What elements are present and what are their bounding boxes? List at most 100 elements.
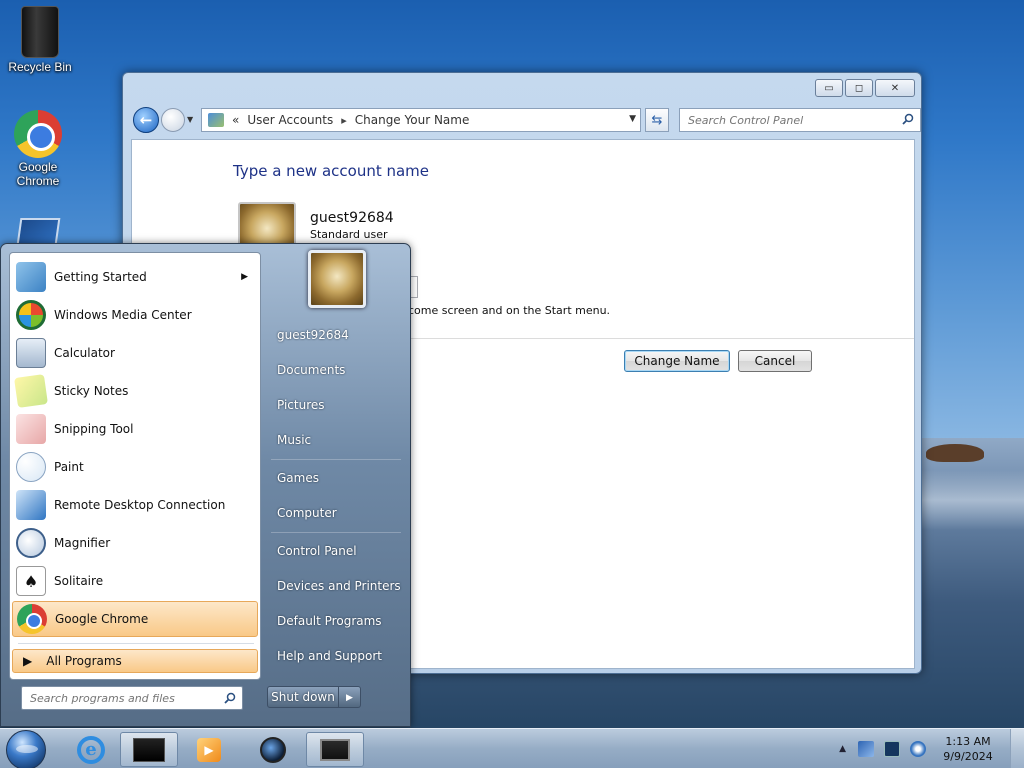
start-menu-programs: Getting Started ▶ Windows Media Center C… xyxy=(9,252,261,680)
solitaire-icon: ♠ xyxy=(16,566,46,596)
search-icon[interactable] xyxy=(224,692,236,704)
start-item-label: Paint xyxy=(54,460,84,474)
internet-explorer-icon: e xyxy=(77,735,105,764)
start-search-input[interactable] xyxy=(30,691,210,705)
chrome-icon xyxy=(14,110,62,158)
start-item-calculator[interactable]: Calculator xyxy=(12,335,258,371)
taskbar: e ▶ ▲ 1:13 AM 9/9/2024 xyxy=(0,728,1024,768)
all-programs-arrow-icon: ▶ xyxy=(23,654,33,668)
clock-time: 1:13 AM xyxy=(945,735,991,748)
magnifier-icon xyxy=(16,528,46,558)
start-right-games[interactable]: Games xyxy=(269,463,405,493)
display-icon[interactable] xyxy=(884,741,900,757)
media-player-icon: ▶ xyxy=(197,737,221,762)
calculator-icon xyxy=(16,338,46,368)
start-right-divider xyxy=(271,532,401,533)
breadcrumb-user-accounts[interactable]: User Accounts xyxy=(247,113,333,127)
cancel-button[interactable]: Cancel xyxy=(738,350,812,372)
start-right-control-panel[interactable]: Control Panel xyxy=(269,536,405,566)
start-right-help-support[interactable]: Help and Support xyxy=(269,641,405,671)
action-center-icon[interactable] xyxy=(858,741,874,757)
start-right-pictures[interactable]: Pictures xyxy=(269,390,405,420)
control-panel-icon xyxy=(320,738,350,761)
start-right-divider xyxy=(271,459,401,460)
shutdown-button[interactable]: Shut down xyxy=(267,686,339,708)
start-item-label: Calculator xyxy=(54,346,115,360)
start-item-google-chrome[interactable]: Google Chrome xyxy=(12,601,258,637)
start-right-devices-printers[interactable]: Devices and Printers xyxy=(269,571,405,601)
all-programs-button[interactable]: ▶ All Programs xyxy=(12,649,258,673)
show-desktop-button[interactable] xyxy=(1010,729,1024,768)
refresh-button[interactable]: ⇆ xyxy=(645,108,669,132)
breadcrumb-change-your-name[interactable]: Change Your Name xyxy=(355,113,470,127)
show-hidden-icons-icon[interactable]: ▲ xyxy=(839,744,846,754)
desktop-icon-label: Google Chrome xyxy=(16,160,60,188)
start-right-documents[interactable]: Documents xyxy=(269,355,405,385)
search-control-panel-input[interactable] xyxy=(688,113,888,127)
taskbar-control-panel[interactable] xyxy=(306,732,364,767)
start-right-user[interactable]: guest92684 xyxy=(269,320,405,350)
desktop-icon-label: Recycle Bin xyxy=(8,60,72,74)
address-bar[interactable]: « User Accounts ▸ Change Your Name ▼ xyxy=(201,108,641,132)
change-name-button[interactable]: Change Name xyxy=(624,350,730,372)
shutdown-group: Shut down ▶ xyxy=(267,686,361,708)
taskbar-file-explorer[interactable] xyxy=(120,732,178,767)
breadcrumb-separator-icon[interactable]: ▸ xyxy=(341,114,347,127)
start-search-box[interactable] xyxy=(21,686,243,710)
maximize-button[interactable]: ◻ xyxy=(845,79,873,97)
media-center-icon xyxy=(16,300,46,330)
start-item-windows-media-center[interactable]: Windows Media Center xyxy=(12,297,258,333)
start-item-label: Google Chrome xyxy=(55,612,149,626)
search-control-panel[interactable] xyxy=(679,108,921,132)
name-hint-text: come screen and on the Start menu. xyxy=(408,304,611,317)
start-item-solitaire[interactable]: ♠ Solitaire xyxy=(12,563,258,599)
window-controls: ▭ ◻ ✕ xyxy=(815,79,915,97)
control-panel-icon xyxy=(208,113,224,127)
back-button[interactable]: ← xyxy=(133,107,159,133)
taskbar-internet-explorer[interactable]: e xyxy=(62,732,120,767)
close-button[interactable]: ✕ xyxy=(875,79,915,97)
start-right-computer[interactable]: Computer xyxy=(269,498,405,528)
clock-date: 9/9/2024 xyxy=(943,750,993,763)
start-menu-divider xyxy=(18,643,254,644)
taskbar-webcam[interactable] xyxy=(244,732,302,767)
desktop-icon-recycle-bin[interactable]: Recycle Bin xyxy=(2,6,78,74)
file-explorer-icon xyxy=(133,737,165,762)
getting-started-icon xyxy=(16,262,46,292)
account-type: Standard user xyxy=(310,228,388,241)
start-item-getting-started[interactable]: Getting Started ▶ xyxy=(12,259,258,295)
start-item-magnifier[interactable]: Magnifier xyxy=(12,525,258,561)
page-title: Type a new account name xyxy=(233,162,430,180)
all-programs-label: All Programs xyxy=(46,654,122,668)
back-arrow-icon: ← xyxy=(139,111,153,129)
submenu-arrow-icon[interactable]: ▶ xyxy=(241,272,248,282)
address-dropdown-icon[interactable]: ▼ xyxy=(629,114,636,124)
clock[interactable]: 1:13 AM 9/9/2024 xyxy=(936,734,1000,764)
start-item-snipping-tool[interactable]: Snipping Tool xyxy=(12,411,258,447)
start-item-sticky-notes[interactable]: Sticky Notes xyxy=(12,373,258,409)
forward-button[interactable] xyxy=(161,108,185,132)
snipping-tool-icon xyxy=(16,414,46,444)
paint-icon xyxy=(16,452,46,482)
desktop-icon-google-chrome[interactable]: Google Chrome xyxy=(0,110,76,188)
start-item-label: Snipping Tool xyxy=(54,422,134,436)
shutdown-options-button[interactable]: ▶ xyxy=(339,686,361,708)
start-item-remote-desktop[interactable]: Remote Desktop Connection xyxy=(12,487,258,523)
chrome-icon xyxy=(17,604,47,634)
user-picture[interactable] xyxy=(308,250,366,308)
remote-desktop-icon xyxy=(16,490,46,520)
start-right-music[interactable]: Music xyxy=(269,425,405,455)
start-item-label: Windows Media Center xyxy=(54,308,192,322)
recent-pages-dropdown[interactable]: ▼ xyxy=(187,115,193,124)
start-item-label: Solitaire xyxy=(54,574,104,588)
start-item-label: Remote Desktop Connection xyxy=(54,498,226,512)
start-right-default-programs[interactable]: Default Programs xyxy=(269,606,405,636)
start-item-paint[interactable]: Paint xyxy=(12,449,258,485)
search-icon[interactable] xyxy=(902,113,914,125)
network-icon[interactable] xyxy=(910,741,926,757)
minimize-button[interactable]: ▭ xyxy=(815,79,843,97)
taskbar-media-player[interactable]: ▶ xyxy=(180,732,238,767)
address-root-chevron[interactable]: « xyxy=(232,113,239,127)
start-button[interactable] xyxy=(6,730,46,768)
start-item-label: Getting Started xyxy=(54,270,147,284)
